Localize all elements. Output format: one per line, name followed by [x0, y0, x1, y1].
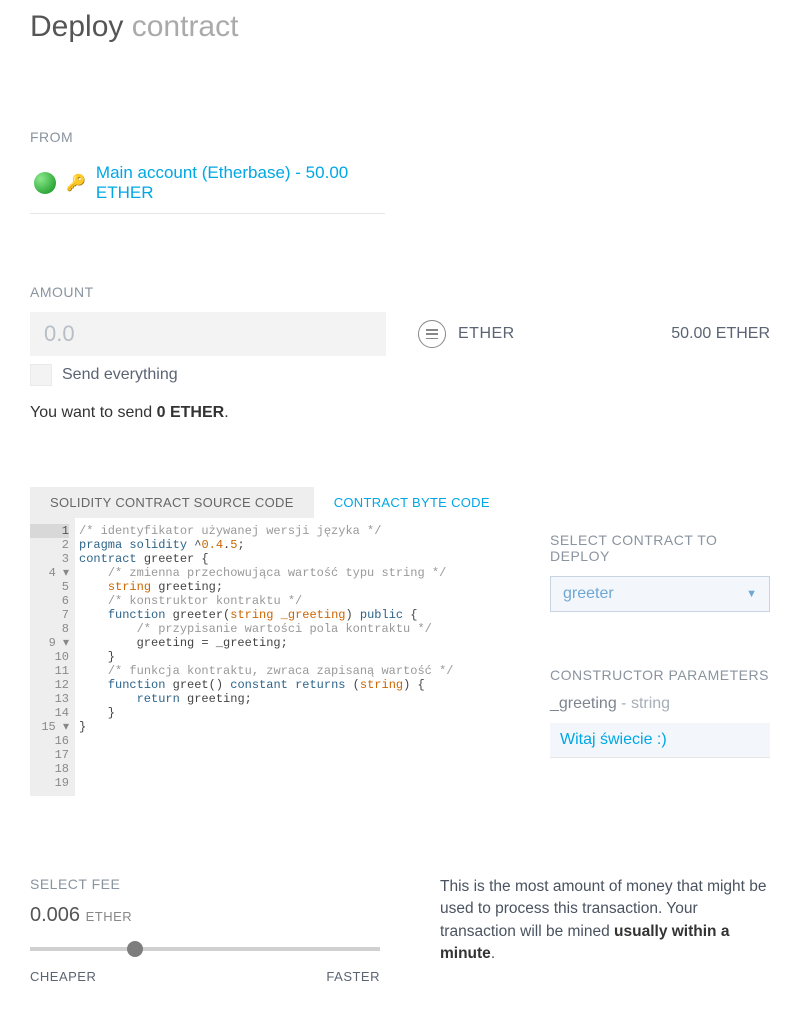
tab-byte-code[interactable]: CONTRACT BYTE CODE [314, 487, 510, 518]
slider-label-faster: FASTER [326, 969, 380, 984]
ether-icon [418, 320, 446, 348]
fee-slider[interactable] [30, 939, 380, 959]
slider-label-cheaper: CHEAPER [30, 969, 96, 984]
select-contract-label: SELECT CONTRACT TO DEPLOY [550, 532, 770, 564]
chevron-down-icon: ▼ [746, 588, 757, 600]
page-title-rest: contract [132, 10, 239, 43]
fee-description: This is the most amount of money that mi… [440, 876, 770, 984]
amount-label: AMOUNT [30, 284, 770, 300]
amount-input[interactable] [30, 312, 386, 356]
contract-select-value: greeter [563, 585, 614, 603]
fee-value: 0.006 ETHER [30, 904, 380, 927]
select-fee-label: SELECT FEE [30, 876, 380, 892]
from-account-selector[interactable]: 🔑 Main account (Etherbase) - 50.00 ETHER [30, 157, 385, 214]
you-want-to-send: You want to send 0 ETHER. [30, 404, 770, 422]
page-title-bold: Deploy [30, 10, 123, 43]
code-tabs: SOLIDITY CONTRACT SOURCE CODE CONTRACT B… [30, 487, 770, 518]
send-everything-checkbox[interactable] [30, 364, 52, 386]
code-editor[interactable]: 1 2 3 4 ▾5 6 7 8 9 ▾10 11 12 13 14 15 ▾1… [30, 518, 510, 796]
amount-currency: ETHER [458, 325, 515, 343]
account-balance: 50.00 ETHER [671, 325, 770, 343]
from-account-text: Main account (Etherbase) - 50.00 ETHER [96, 163, 385, 203]
fee-slider-thumb[interactable] [127, 941, 143, 957]
account-avatar-icon [34, 172, 56, 194]
constructor-params-label: CONSTRUCTOR PARAMETERS [550, 667, 770, 683]
param-name-label: _greeting - string [550, 695, 770, 713]
tab-source-code[interactable]: SOLIDITY CONTRACT SOURCE CODE [30, 487, 314, 518]
param-greeting-input[interactable] [550, 723, 770, 758]
page-title: Deploy contract [30, 10, 770, 44]
send-everything-label: Send everything [62, 366, 178, 384]
contract-select[interactable]: greeter ▼ [550, 576, 770, 612]
from-label: FROM [30, 129, 770, 145]
fee-slider-track [30, 947, 380, 951]
key-icon: 🔑 [66, 173, 86, 193]
